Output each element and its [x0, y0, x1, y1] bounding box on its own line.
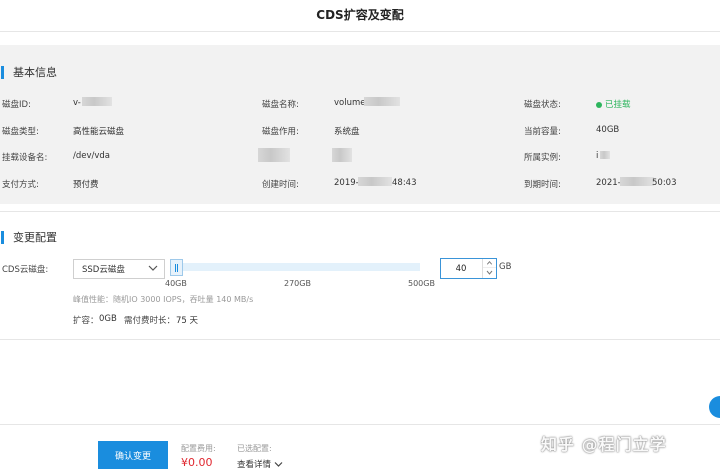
basic-info-heading: 基本信息: [0, 64, 57, 80]
mount-device-value: /dev/vda: [73, 151, 111, 161]
expires-at-prefix: 2021-: [596, 178, 621, 188]
cds-disk-label: CDS云磁盘:: [2, 265, 49, 275]
created-at-suffix: 48:43: [392, 178, 417, 188]
disk-type-select[interactable]: SSD云磁盘: [73, 259, 165, 279]
mount-device-label: 挂载设备名:: [2, 153, 48, 163]
cds-resize-page: CDS扩容及变配 基本信息 磁盘ID: v- 磁盘名称: volume 磁盘状态…: [0, 0, 720, 474]
watermark: 知乎 @程门立学: [541, 435, 667, 454]
current-capacity-label: 当前容量:: [524, 127, 561, 137]
slider-tick-max: 500GB: [408, 279, 435, 288]
redacted-mask: [332, 148, 352, 162]
change-config-title: 变更配置: [13, 231, 57, 244]
expires-at-label: 到期时间:: [524, 180, 561, 190]
capacity-slider-handle[interactable]: [170, 259, 183, 276]
section-divider: [0, 339, 720, 340]
expand-label: 扩容：: [73, 316, 99, 326]
slider-tick-mid: 270GB: [284, 279, 311, 288]
payment-value: 预付费: [73, 180, 99, 190]
disk-type-label: 磁盘类型:: [2, 127, 39, 137]
redacted-mask: [620, 177, 654, 186]
disk-id-label: 磁盘ID:: [2, 100, 31, 110]
disk-id-value: v-: [73, 98, 81, 108]
redacted-mask: [358, 177, 392, 186]
section-accent-bar: [1, 65, 4, 79]
disk-name-label: 磁盘名称:: [262, 100, 299, 110]
fee-price: ¥0.00: [181, 456, 213, 469]
created-at-label: 创建时间:: [262, 180, 299, 190]
created-at-prefix: 2019-: [334, 178, 359, 188]
capacity-input[interactable]: [441, 259, 481, 278]
change-config-heading: 变更配置: [0, 229, 57, 245]
disk-status-value: 已挂载: [605, 100, 631, 110]
redacted-mask: [82, 97, 112, 106]
redacted-mask: [258, 148, 290, 162]
selected-config-label: 已选配置:: [237, 444, 272, 453]
disk-type-value: 高性能云磁盘: [73, 127, 125, 137]
status-dot-icon: [596, 101, 602, 108]
page-title: CDS扩容及变配: [316, 8, 404, 22]
view-details-link[interactable]: 查看详情: [237, 458, 283, 470]
chevron-down-icon[interactable]: [483, 268, 496, 277]
disk-name-value: volume: [334, 98, 366, 108]
title-bar: CDS扩容及变配: [0, 0, 720, 32]
instance-label: 所属实例:: [524, 153, 561, 163]
capacity-slider-track[interactable]: [170, 263, 420, 271]
fee-label: 配置费用:: [181, 444, 216, 453]
current-capacity-value: 40GB: [596, 125, 620, 135]
redacted-mask: [364, 97, 400, 106]
expand-value: 0GB: [99, 314, 117, 324]
duration-label: 需付费时长：: [124, 316, 176, 326]
grip-icon: [175, 264, 178, 272]
chevron-down-icon: [148, 265, 158, 271]
disk-status-badge: 已挂载: [596, 98, 631, 110]
instance-value: i: [596, 151, 599, 161]
section-accent-bar: [1, 230, 4, 244]
chevron-down-icon: [274, 462, 283, 467]
confirm-change-button[interactable]: 确认变更: [98, 441, 168, 469]
capacity-unit: GB: [499, 262, 512, 272]
view-details-text: 查看详情: [237, 460, 272, 470]
redacted-mask: [600, 151, 610, 159]
slider-tick-min: 40GB: [165, 279, 187, 288]
duration-value: 75 天: [176, 316, 199, 326]
chevron-up-icon[interactable]: [483, 259, 496, 268]
section-divider: [0, 211, 720, 212]
basic-info-title: 基本信息: [13, 66, 57, 79]
disk-status-label: 磁盘状态:: [524, 100, 561, 110]
payment-label: 支付方式:: [2, 180, 39, 190]
expires-at-suffix: 50:03: [652, 178, 677, 188]
disk-role-label: 磁盘作用:: [262, 127, 299, 137]
help-float-button[interactable]: [709, 396, 720, 418]
disk-role-value: 系统盘: [334, 127, 360, 137]
disk-type-select-value: SSD云磁盘: [82, 265, 125, 275]
performance-note: 峰值性能：随机IO 3000 IOPS，吞吐量 140 MB/s: [73, 295, 254, 304]
stepper-controls: [482, 259, 496, 278]
capacity-stepper[interactable]: [440, 258, 497, 279]
